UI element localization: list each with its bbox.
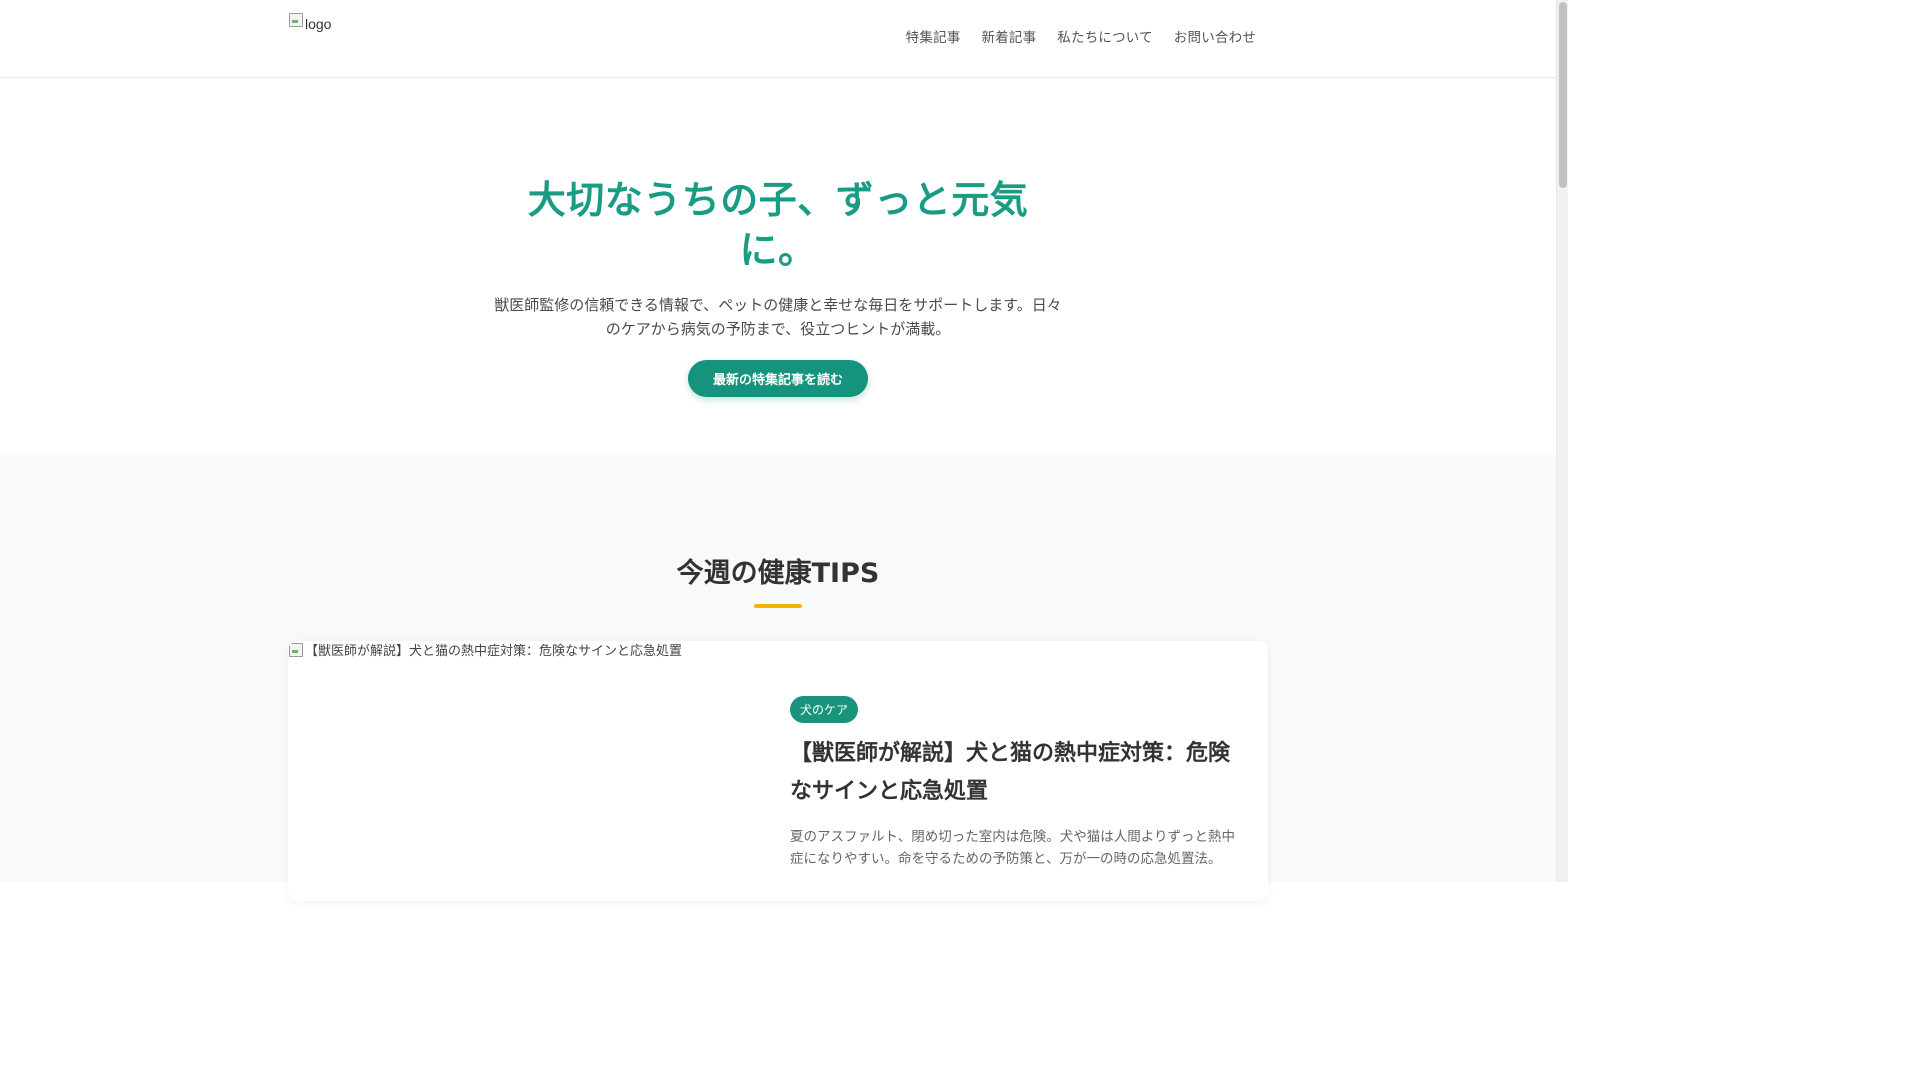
article-image-alt: 【獣医師が解説】犬と猫の熱中症対策：危険なサインと応急処置 bbox=[305, 644, 683, 659]
heading-underline bbox=[754, 604, 802, 608]
nav-item-featured[interactable]: 特集記事 bbox=[906, 28, 961, 48]
main-nav: 特集記事 新着記事 私たちについて お問い合わせ bbox=[906, 28, 1256, 48]
tips-heading: 今週の健康TIPS bbox=[676, 558, 880, 589]
hero-section: 大切なうちの子、ずっと元気に。 獣医師監修の信頼できる情報で、ペットの健康と幸せ… bbox=[0, 79, 1556, 455]
read-featured-button[interactable]: 最新の特集記事を読む bbox=[688, 360, 868, 397]
scrollbar-thumb[interactable] bbox=[1559, 2, 1567, 188]
site-header: logo 特集記事 新着記事 私たちについて お問い合わせ bbox=[0, 0, 1556, 78]
article-image[interactable]: 【獣医師が解説】犬と猫の熱中症対策：危険なサインと応急処置 bbox=[288, 641, 778, 901]
nav-item-contact[interactable]: お問い合わせ bbox=[1174, 28, 1256, 48]
nav-item-new[interactable]: 新着記事 bbox=[981, 28, 1036, 48]
broken-image-icon bbox=[288, 642, 304, 658]
page-scrollbar[interactable] bbox=[1556, 0, 1568, 882]
hero-title: 大切なうちの子、ずっと元気に。 bbox=[527, 178, 1029, 272]
nav-item-about[interactable]: 私たちについて bbox=[1057, 28, 1153, 48]
article-excerpt: 夏のアスファルト、閉め切った室内は危険。犬や猫は人間よりずっと熱中症になりやすい… bbox=[790, 829, 1235, 867]
hero-subtitle: 獣医師監修の信頼できる情報で、ペットの健康と幸せな毎日をサポートします。日々のケ… bbox=[494, 296, 1062, 338]
broken-image-icon bbox=[288, 12, 304, 28]
category-tag[interactable]: 犬のケア bbox=[790, 696, 859, 723]
logo-alt-text: logo bbox=[305, 16, 332, 32]
featured-article-card[interactable]: 【獣医師が解説】犬と猫の熱中症対策：危険なサインと応急処置 犬のケア 【獣医師が… bbox=[288, 641, 1268, 901]
tips-section: 今週の健康TIPS 【獣医師が解説】犬と猫の熱中症対策：危険なサインと応急処置 … bbox=[0, 455, 1556, 901]
article-title[interactable]: 【獣医師が解説】犬と猫の熱中症対策：危険なサインと応急処置 bbox=[790, 735, 1235, 811]
site-logo[interactable]: logo bbox=[288, 12, 331, 35]
